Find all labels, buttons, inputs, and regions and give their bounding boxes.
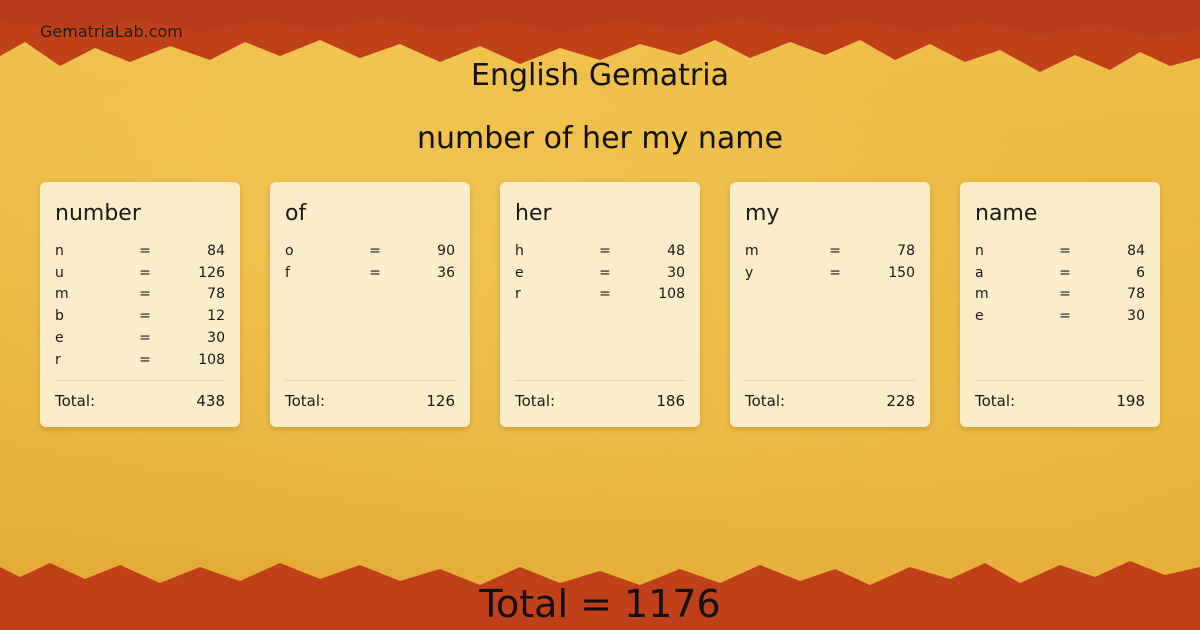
letter-value: 12 — [207, 308, 225, 325]
word-title: her — [515, 201, 552, 226]
word-total: Total: 228 — [745, 380, 915, 410]
word-card: name n = 84 a = 6 m = 78 e = 30 Total: 198 — [960, 182, 1160, 427]
letter: n — [975, 242, 984, 259]
letter: b — [55, 308, 64, 325]
total-value: 126 — [426, 392, 455, 410]
letter-value: 84 — [1127, 242, 1145, 259]
equals-sign: = — [139, 308, 151, 325]
word-total: Total: 438 — [55, 380, 225, 410]
total-value: 186 — [656, 392, 685, 410]
total-label: Total: — [285, 392, 326, 410]
letter-value: 6 — [1136, 264, 1145, 281]
word-title: my — [745, 201, 780, 226]
word-cards: number n = 84 u = 126 m = 78 b = 12 e = 30 r = 108 T… — [40, 182, 1160, 427]
letter-row: b = 12 — [55, 305, 225, 327]
letter-row: n = 84 — [975, 240, 1145, 262]
letter-value: 78 — [207, 286, 225, 303]
word-card: her h = 48 e = 30 r = 108 Total: 186 — [500, 182, 700, 427]
letter-row: e = 30 — [55, 327, 225, 349]
letter: e — [975, 308, 984, 325]
equals-sign: = — [139, 286, 151, 303]
total-label: Total: — [55, 392, 96, 410]
letter: m — [55, 286, 69, 303]
word-total: Total: 126 — [285, 380, 455, 410]
letter-row: m = 78 — [975, 284, 1145, 306]
letter-row: o = 90 — [285, 240, 455, 262]
letter-row: m = 78 — [745, 240, 915, 262]
equals-sign: = — [139, 351, 151, 368]
equals-sign: = — [139, 330, 151, 347]
letter: e — [515, 264, 524, 281]
equals-sign: = — [369, 242, 381, 259]
letter-value: 90 — [437, 242, 455, 259]
letter-row: e = 30 — [515, 262, 685, 284]
letter-value: 30 — [207, 330, 225, 347]
letter-row: r = 108 — [55, 349, 225, 371]
letter: u — [55, 264, 64, 281]
letter-value: 150 — [888, 264, 915, 281]
total-value: 228 — [886, 392, 915, 410]
letter: m — [745, 242, 759, 259]
equals-sign: = — [1059, 242, 1071, 259]
letter-value: 126 — [198, 264, 225, 281]
word-card: number n = 84 u = 126 m = 78 b = 12 e = 30 r = 108 T… — [40, 182, 240, 427]
letter-row: e = 30 — [975, 305, 1145, 327]
equals-sign: = — [1059, 308, 1071, 325]
page-title: English Gematria — [471, 58, 729, 93]
letter-row: y = 150 — [745, 262, 915, 284]
total-label: Total: — [515, 392, 556, 410]
letter-value: 36 — [437, 264, 455, 281]
letter: r — [515, 286, 521, 303]
letter-value: 78 — [897, 242, 915, 259]
letter-value: 30 — [1127, 308, 1145, 325]
equals-sign: = — [599, 286, 611, 303]
letter-row: u = 126 — [55, 262, 225, 284]
letter: f — [285, 264, 290, 281]
letter-row: h = 48 — [515, 240, 685, 262]
grand-total: Total = 1176 — [479, 582, 721, 626]
equals-sign: = — [139, 264, 151, 281]
word-title: of — [285, 201, 307, 226]
total-value: 198 — [1116, 392, 1145, 410]
equals-sign: = — [599, 264, 611, 281]
letter: o — [285, 242, 294, 259]
equals-sign: = — [1059, 286, 1071, 303]
equals-sign: = — [139, 242, 151, 259]
letter-value: 108 — [198, 351, 225, 368]
equals-sign: = — [1059, 264, 1071, 281]
letter: e — [55, 330, 64, 347]
letter-row: a = 6 — [975, 262, 1145, 284]
letter-value: 78 — [1127, 286, 1145, 303]
equals-sign: = — [599, 242, 611, 259]
equals-sign: = — [829, 242, 841, 259]
word-card: my m = 78 y = 150 Total: 228 — [730, 182, 930, 427]
total-label: Total: — [745, 392, 786, 410]
letter: a — [975, 264, 984, 281]
phrase-heading: number of her my name — [416, 121, 783, 156]
letter: n — [55, 242, 64, 259]
letter-value: 48 — [667, 242, 685, 259]
word-title: number — [55, 201, 141, 226]
letter: r — [55, 351, 61, 368]
word-total: Total: 198 — [975, 380, 1145, 410]
letter-value: 30 — [667, 264, 685, 281]
word-title: name — [975, 201, 1038, 226]
word-card: of o = 90 f = 36 Total: 126 — [270, 182, 470, 427]
total-label: Total: — [975, 392, 1016, 410]
letter-row: n = 84 — [55, 240, 225, 262]
equals-sign: = — [369, 264, 381, 281]
letter: y — [745, 264, 754, 281]
letter-row: f = 36 — [285, 262, 455, 284]
letter-value: 108 — [658, 286, 685, 303]
letter: m — [975, 286, 989, 303]
letter: h — [515, 242, 524, 259]
word-total: Total: 186 — [515, 380, 685, 410]
letter-row: r = 108 — [515, 284, 685, 306]
equals-sign: = — [829, 264, 841, 281]
letter-row: m = 78 — [55, 284, 225, 306]
letter-value: 84 — [207, 242, 225, 259]
total-value: 438 — [196, 392, 225, 410]
site-logo[interactable]: GematriaLab.com — [40, 22, 183, 41]
